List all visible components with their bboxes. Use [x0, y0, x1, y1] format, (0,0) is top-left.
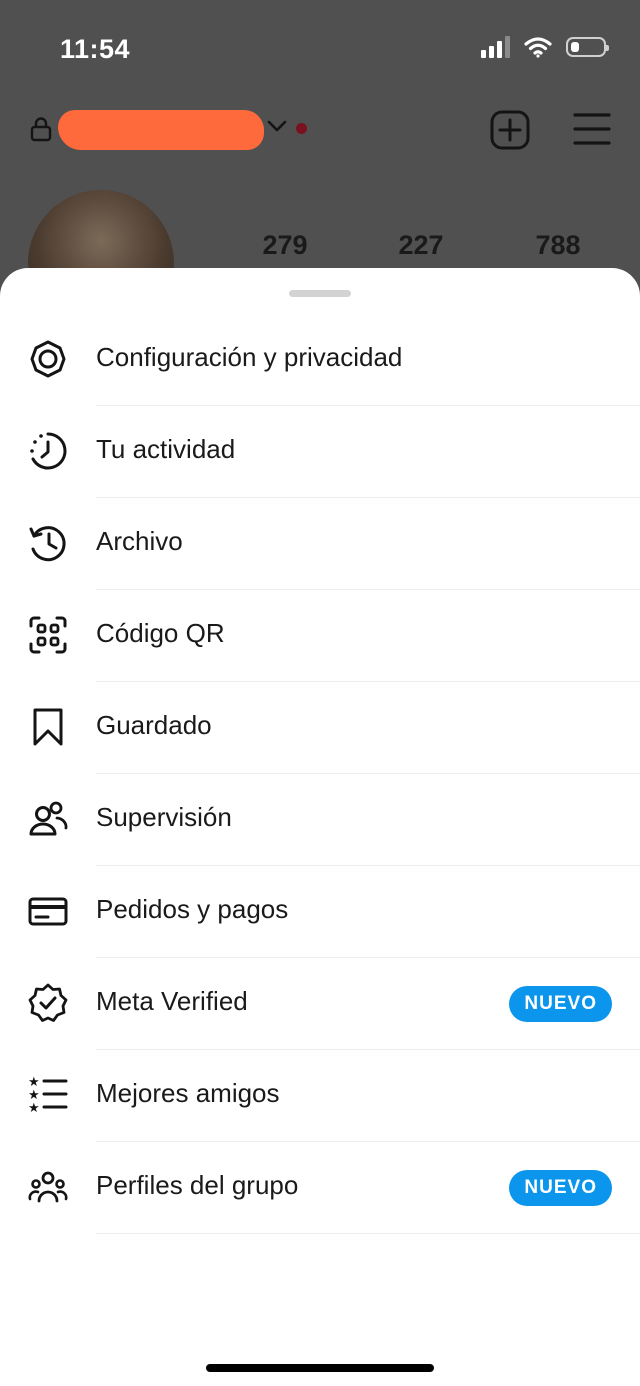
bottom-sheet-menu: Configuración y privacidad Tu actividad	[0, 268, 640, 1386]
menu-item-saved[interactable]: Guardado	[0, 682, 640, 774]
stat-posts-count[interactable]: 279	[245, 230, 325, 261]
new-badge: NUEVO	[509, 1170, 612, 1206]
menu-item-supervision[interactable]: Supervisión	[0, 774, 640, 866]
menu-item-close-friends[interactable]: ★ ★ ★ Mejores amigos	[0, 1050, 640, 1142]
settings-gear-icon	[26, 337, 70, 381]
lock-icon	[30, 116, 52, 142]
create-button[interactable]	[490, 110, 530, 150]
menu-item-label: Mejores amigos	[96, 1078, 280, 1108]
menu-item-label: Tu actividad	[96, 434, 236, 464]
menu-item-settings-privacy[interactable]: Configuración y privacidad	[0, 314, 640, 406]
credit-card-icon	[26, 889, 70, 933]
home-indicator[interactable]	[206, 1364, 434, 1372]
menu-item-label: Supervisión	[96, 802, 232, 832]
menu-item-group-profiles[interactable]: Perfiles del grupo NUEVO	[0, 1142, 640, 1234]
supervision-users-icon	[26, 797, 70, 841]
status-bar: 11:54	[0, 0, 640, 100]
signal-icon	[481, 36, 510, 58]
menu-item-archive[interactable]: Archivo	[0, 498, 640, 590]
notification-dot	[296, 123, 307, 134]
wifi-icon	[524, 36, 552, 58]
verified-badge-icon	[26, 981, 70, 1025]
qr-code-icon	[26, 613, 70, 657]
menu-list: Configuración y privacidad Tu actividad	[0, 314, 640, 1234]
battery-icon	[566, 37, 609, 57]
menu-item-label: Perfiles del grupo	[96, 1170, 299, 1200]
menu-item-label: Meta Verified	[96, 986, 248, 1016]
menu-item-orders-payments[interactable]: Pedidos y pagos	[0, 866, 640, 958]
stat-following-count[interactable]: 788	[518, 230, 598, 261]
menu-item-qr-code[interactable]: Código QR	[0, 590, 640, 682]
sheet-grabber[interactable]	[289, 290, 351, 297]
stat-followers-count[interactable]: 227	[381, 230, 461, 261]
menu-item-label: Código QR	[96, 618, 225, 648]
activity-clock-icon	[26, 429, 70, 473]
new-badge: NUEVO	[509, 986, 612, 1022]
close-friends-list-icon: ★ ★ ★	[26, 1073, 70, 1117]
svg-text:★: ★	[28, 1101, 40, 1115]
menu-item-label: Pedidos y pagos	[96, 894, 289, 924]
group-profiles-icon	[26, 1165, 70, 1209]
menu-item-meta-verified[interactable]: Meta Verified NUEVO	[0, 958, 640, 1050]
battery-level	[571, 42, 579, 52]
archive-history-icon	[26, 521, 70, 565]
hamburger-menu-icon[interactable]	[573, 112, 611, 146]
status-icons	[481, 36, 609, 58]
menu-item-label: Guardado	[96, 710, 212, 740]
username-redaction[interactable]	[58, 110, 264, 150]
status-time: 11:54	[60, 34, 131, 64]
menu-item-label: Archivo	[96, 526, 183, 556]
menu-item-your-activity[interactable]: Tu actividad	[0, 406, 640, 498]
chevron-down-icon[interactable]	[266, 118, 288, 134]
bookmark-icon	[26, 705, 70, 749]
divider	[96, 1233, 640, 1234]
menu-item-label: Configuración y privacidad	[96, 342, 403, 372]
